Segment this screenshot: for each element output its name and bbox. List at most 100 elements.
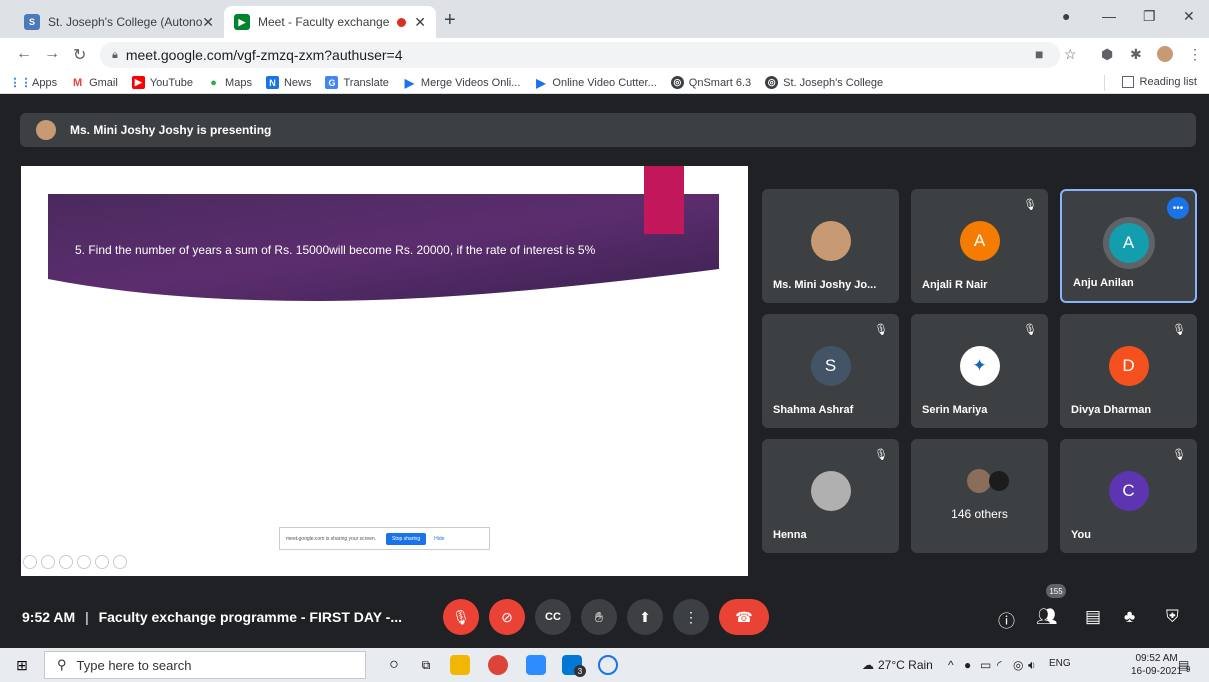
mic-tray-icon[interactable]: ● [964, 658, 971, 672]
task-view-icon[interactable]: ⧉ [416, 655, 436, 675]
tab-st-josephs[interactable]: S St. Joseph's College (Autonomou ✕ [14, 6, 224, 38]
participant-tile[interactable]: 🎙︎ ✦ Serin Mariya [911, 314, 1048, 428]
search-icon: ⚲ [57, 657, 67, 672]
participant-tile[interactable]: 🎙︎ A Anjali R Nair [911, 189, 1048, 303]
reading-list-button[interactable]: Reading list [1121, 76, 1197, 88]
bookmark-merge-videos[interactable]: ▶ Merge Videos Onli... [403, 76, 521, 90]
participant-tile[interactable]: Ms. Mini Joshy Jo... [762, 189, 899, 303]
hide-button[interactable]: Hide [434, 536, 444, 542]
globe-icon: ◎ [670, 76, 684, 89]
file-explorer-icon[interactable] [450, 655, 470, 675]
reload-icon[interactable]: ↻ [73, 45, 86, 65]
close-tab-icon[interactable]: ✕ [202, 14, 214, 31]
slide-more-icon[interactable] [113, 555, 127, 569]
taskbar-search[interactable]: ⚲ Type here to search [44, 651, 366, 679]
extensions-puzzle-icon[interactable]: ✱ [1130, 46, 1142, 63]
bookmark-video-cutter[interactable]: ▶ Online Video Cutter... [534, 76, 657, 90]
slide-pen-icon[interactable] [59, 555, 73, 569]
minimize-icon[interactable]: — [1102, 8, 1116, 24]
slide-prev-icon[interactable] [23, 555, 37, 569]
menu-kebab-icon[interactable]: ⋮ [1188, 46, 1202, 63]
slide-zoom-icon[interactable] [95, 555, 109, 569]
bookmark-star-icon[interactable]: ☆ [1064, 46, 1077, 63]
address-bar[interactable]: 🔒︎ meet.google.com/vgf-zmzq-zxm?authuser… [100, 42, 1060, 68]
host-controls-icon[interactable]: ⛨ [1166, 607, 1179, 627]
more-options-icon[interactable]: ••• [1167, 197, 1189, 219]
chat-icon[interactable]: ▤ [1085, 607, 1101, 627]
activities-icon[interactable]: ♣ [1124, 607, 1135, 627]
language-indicator[interactable]: ENG [1049, 658, 1071, 669]
cortana-icon[interactable]: ○ [384, 655, 404, 675]
battery-icon[interactable]: ▭ [980, 658, 991, 672]
maps-pin-icon: ● [210, 76, 217, 89]
chrome-icon[interactable] [488, 655, 508, 675]
new-tab-button[interactable]: + [444, 9, 456, 32]
screen-share-notice: meet.google.com is sharing your screen. … [279, 527, 490, 550]
bookmark-apps[interactable]: ⋮⋮ Apps [10, 76, 58, 90]
volume-icon[interactable]: 🔉︎ [1028, 658, 1036, 673]
network-icon[interactable]: ◎ [1013, 658, 1023, 672]
tab-title: Meet - Faculty exchange pro [258, 15, 390, 29]
taskbar-clock[interactable]: 09:52 AM 16-09-2021 [1131, 652, 1182, 678]
weather-icon[interactable]: ☁ [862, 658, 874, 672]
bookmark-st-josephs[interactable]: ◎ St. Joseph's College [765, 76, 883, 89]
camera-toggle-button[interactable]: ⊘ [489, 599, 525, 635]
bookmark-maps[interactable]: ● Maps [207, 76, 252, 89]
recording-indicator-icon [397, 17, 407, 27]
back-icon[interactable]: ← [16, 45, 32, 63]
bookmark-gmail[interactable]: M Gmail [71, 76, 118, 89]
camera-indicator-icon[interactable]: ■ [1035, 46, 1043, 62]
close-window-icon[interactable]: ✕ [1183, 8, 1195, 25]
recorder-app-icon[interactable] [598, 655, 618, 675]
others-tile[interactable]: 146 others [911, 439, 1048, 553]
slide-toolbar [23, 555, 131, 569]
slide-next-icon[interactable] [41, 555, 55, 569]
windows-start-icon[interactable]: ⊞ [12, 655, 32, 675]
lock-icon: 🔒︎ [112, 48, 118, 61]
participant-tile[interactable]: 🎙︎ Henna [762, 439, 899, 553]
captions-button[interactable]: CC [535, 599, 571, 635]
bookmark-label: Maps [225, 76, 252, 89]
leave-call-button[interactable]: ☎ [719, 599, 769, 635]
bookmark-label: Apps [32, 76, 58, 89]
stop-sharing-button[interactable]: Stop sharing [386, 532, 427, 545]
slide-view-icon[interactable] [77, 555, 91, 569]
participant-tile[interactable]: 🎙︎ D Divya Dharman [1060, 314, 1197, 428]
gmail-icon: M [72, 76, 83, 89]
close-tab-icon[interactable]: ✕ [414, 14, 426, 31]
news-icon: N [265, 76, 279, 89]
forward-icon[interactable]: → [44, 45, 60, 63]
weather-text[interactable]: 27°C Rain [878, 658, 933, 672]
mic-off-icon: 🎙︎ [874, 324, 888, 336]
mic-toggle-button[interactable]: 🎙︎ [443, 599, 479, 635]
windows-taskbar: ⊞ ⚲ Type here to search ○ ⧉ 3 ☁ 27°C Rai… [0, 648, 1209, 682]
profile-dot-icon[interactable]: ● [1062, 8, 1070, 24]
mic-off-icon: 🎙︎ [1023, 324, 1037, 336]
bookmark-youtube[interactable]: ▶ YouTube [131, 76, 193, 89]
meeting-info-separator: | [85, 609, 89, 625]
mic-off-icon: 🎙︎ [1023, 199, 1037, 211]
participant-avatar: A [959, 221, 1000, 261]
participant-tile[interactable]: 🎙︎ S Shahma Ashraf [762, 314, 899, 428]
more-options-button[interactable]: ⋮ [673, 599, 709, 635]
extension-shield-icon[interactable]: ⬢ [1101, 46, 1113, 63]
zoom-app-icon[interactable] [526, 655, 546, 675]
bookmark-qnsmart[interactable]: ◎ QnSmart 6.3 [670, 76, 751, 89]
profile-avatar[interactable] [1157, 46, 1173, 62]
restore-icon[interactable]: ❐ [1143, 8, 1156, 25]
bookmark-translate[interactable]: G Translate [325, 76, 389, 89]
wifi-icon[interactable]: ◜ [997, 658, 1002, 672]
tray-overflow-icon[interactable]: ^ [948, 658, 954, 672]
raise-hand-button[interactable]: ✋︎ [581, 599, 617, 635]
participant-tile-self[interactable]: 🎙︎ C You [1060, 439, 1197, 553]
meeting-details-icon[interactable]: ⓘ [998, 607, 1015, 632]
people-icon[interactable]: 👥︎ [1036, 607, 1058, 627]
present-button[interactable]: ⬆ [627, 599, 663, 635]
participant-tile-selected[interactable]: ••• A Anju Anilan [1060, 189, 1197, 303]
meeting-time: 9:52 AM [22, 609, 76, 625]
bookmark-news[interactable]: N News [265, 76, 311, 89]
clock-date: 16-09-2021 [1131, 666, 1183, 677]
meeting-title: Faculty exchange programme - FIRST DAY -… [98, 609, 403, 625]
tab-meet[interactable]: ▶ Meet - Faculty exchange pro ✕ [224, 6, 436, 38]
participant-name: Shahma Ashraf [773, 404, 854, 416]
